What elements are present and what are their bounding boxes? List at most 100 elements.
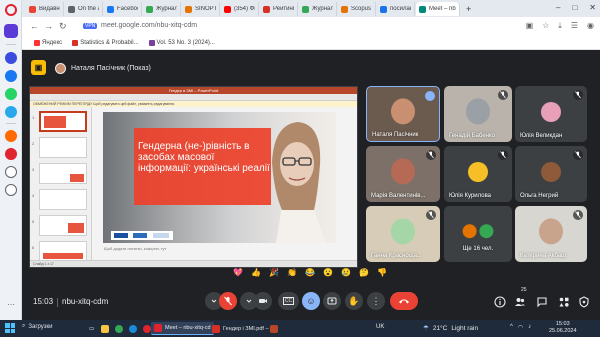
meeting-details-icon[interactable] xyxy=(494,296,506,308)
maximize-button[interactable]: □ xyxy=(572,3,577,12)
host-controls-icon[interactable] xyxy=(578,296,590,308)
chrome-icon[interactable] xyxy=(112,322,126,335)
people-icon[interactable] xyxy=(514,296,526,308)
volume-icon[interactable]: ♪ xyxy=(528,324,531,331)
mic-muted-icon xyxy=(426,150,436,160)
browser-tab[interactable]: посилання xyxy=(377,2,415,16)
minimize-button[interactable]: – xyxy=(556,3,560,12)
reaction-emoji[interactable]: 👎 xyxy=(376,268,388,277)
bookmark-item[interactable]: Яндекс xyxy=(34,39,62,46)
participant-tile[interactable]: Генадій Бабенко xyxy=(444,86,512,142)
reaction-emoji[interactable]: 😂 xyxy=(304,268,316,277)
aria-icon[interactable] xyxy=(5,52,17,64)
browser-tab[interactable]: Facebook xyxy=(104,2,142,16)
participant-tile[interactable]: Юлія Великдан xyxy=(515,86,587,142)
slide-thumbnail[interactable] xyxy=(39,241,87,262)
notes-placeholder[interactable]: Щоб додати нотатки, клацніть тут xyxy=(104,246,166,251)
messenger-icon[interactable] xyxy=(5,70,17,82)
chat-icon[interactable] xyxy=(536,296,548,308)
camera-button[interactable] xyxy=(254,292,272,310)
camera-icon[interactable]: ▣ xyxy=(526,21,534,31)
leave-call-button[interactable] xyxy=(390,292,418,310)
meet-controls-bar: 15:03 nbu-xitq-cdm CC ☺ ✋ ⋮ 25 xyxy=(22,284,600,320)
browser-tab[interactable]: SINOPTIK: xyxy=(182,2,220,16)
participant-name: Юлія Великдан xyxy=(520,133,563,139)
weather-widget[interactable]: ☂ 21°C Light rain xyxy=(423,324,478,333)
reaction-emoji[interactable]: 👍 xyxy=(250,268,262,277)
more-icon[interactable]: ⋯ xyxy=(7,300,15,309)
browser-tab[interactable]: (354) Фюз xyxy=(221,2,259,16)
reaction-emoji[interactable]: 🤔 xyxy=(358,268,370,277)
browser-tab[interactable]: Рейтинг ст xyxy=(260,2,298,16)
task-view-icon[interactable]: ▭ xyxy=(86,322,97,335)
system-clock[interactable]: 15:03 25.06.2024 xyxy=(549,321,577,335)
reload-icon[interactable]: ↻ xyxy=(59,21,67,32)
reactions-button[interactable]: ☺ xyxy=(302,292,320,310)
browser-tab[interactable]: Журнал уч xyxy=(143,2,181,16)
participant-tile[interactable]: Катерина Акбаш xyxy=(515,206,587,262)
back-icon[interactable]: ← xyxy=(30,21,39,31)
microphone-button[interactable] xyxy=(219,292,237,310)
tray-chevron-icon[interactable]: ^ xyxy=(510,324,513,331)
windows-start-icon[interactable] xyxy=(5,323,15,333)
participant-tile[interactable]: Ольга Негрий xyxy=(515,146,587,202)
reaction-emoji[interactable]: 👏 xyxy=(286,268,298,277)
bookmark-star-icon[interactable]: ☆ xyxy=(542,21,549,31)
browser-tab[interactable]: Видавництв xyxy=(26,2,64,16)
presentation-icon[interactable]: ▣ xyxy=(31,60,46,75)
reaction-emoji[interactable]: 💖 xyxy=(232,268,244,277)
participant-tile[interactable]: Наталя Пасічник xyxy=(366,86,440,142)
profile-icon[interactable]: ◉ xyxy=(587,21,594,31)
participant-tile[interactable]: Ще 16 чел. xyxy=(444,206,512,262)
taskbar-app[interactable]: Meet – nbu-xitq-cd xyxy=(151,322,214,335)
taskbar-search[interactable]: ⌕ Загрузки xyxy=(22,323,53,330)
current-slide[interactable]: Гендерна (не-)рівність в засобах масової… xyxy=(103,112,336,243)
bookmark-item[interactable]: Vol. 53 No. 3 (2024)... xyxy=(148,39,215,46)
pinboard-icon[interactable] xyxy=(5,148,17,160)
wifi-icon[interactable]: ◠ xyxy=(518,324,523,331)
reaction-emoji[interactable]: 😢 xyxy=(340,268,352,277)
present-button[interactable] xyxy=(323,292,341,310)
browser-tab[interactable]: Meet – nbu xyxy=(416,2,460,16)
vpn-badge[interactable]: VPN xyxy=(83,23,98,29)
url-field[interactable]: meet.google.com/nbu-xitq-cdm xyxy=(101,22,197,29)
music-player-icon[interactable] xyxy=(5,130,17,142)
new-tab-button[interactable]: + xyxy=(463,2,475,16)
edge-icon[interactable] xyxy=(126,322,140,335)
more-options-button[interactable]: ⋮ xyxy=(367,292,385,310)
participant-tile[interactable]: Ганна Красноща... xyxy=(366,206,440,262)
participant-tile[interactable]: Юлія Курилова xyxy=(444,146,512,202)
browser-tab[interactable]: Журнал уч xyxy=(299,2,337,16)
slide-thumbnail[interactable] xyxy=(39,215,87,236)
download-icon[interactable]: ⤓ xyxy=(558,21,562,31)
browser-tab[interactable]: Scopus - p xyxy=(338,2,376,16)
slide-thumbnail[interactable] xyxy=(39,137,87,158)
address-bar-icons: ▣ ☆ ⤓ ☰ ◉ xyxy=(526,21,594,31)
slide-thumbnail[interactable] xyxy=(39,111,87,132)
forward-icon[interactable]: → xyxy=(44,21,53,31)
captions-button[interactable]: CC xyxy=(278,292,299,310)
raise-hand-button[interactable]: ✋ xyxy=(345,292,363,310)
whatsapp-icon[interactable] xyxy=(5,88,17,100)
extensions-icon[interactable] xyxy=(5,184,17,196)
telegram-icon[interactable] xyxy=(5,106,17,118)
slide-thumbnail[interactable] xyxy=(39,163,87,184)
mic-muted-icon xyxy=(426,210,436,220)
divider xyxy=(57,298,58,307)
file-explorer-icon[interactable] xyxy=(98,322,112,335)
slide-thumbnail[interactable] xyxy=(39,189,87,210)
bookmark-item[interactable]: Statistics & Probabil... xyxy=(72,39,139,46)
input-language[interactable]: UK xyxy=(376,324,384,330)
reaction-emoji[interactable]: 😮 xyxy=(322,268,334,277)
reaction-emoji[interactable]: 🎉 xyxy=(268,268,280,277)
home-icon[interactable] xyxy=(4,24,18,38)
close-window-button[interactable]: ✕ xyxy=(589,3,596,12)
history-icon[interactable] xyxy=(5,166,17,178)
activities-icon[interactable] xyxy=(558,296,570,308)
taskbar-app[interactable] xyxy=(267,322,283,335)
participant-tile[interactable]: Марія Валентинів... xyxy=(366,146,440,202)
mic-muted-icon xyxy=(573,90,583,100)
opera-logo-icon[interactable] xyxy=(5,4,17,16)
easy-setup-icon[interactable]: ☰ xyxy=(571,21,578,31)
browser-tab[interactable]: On the asy xyxy=(65,2,103,16)
